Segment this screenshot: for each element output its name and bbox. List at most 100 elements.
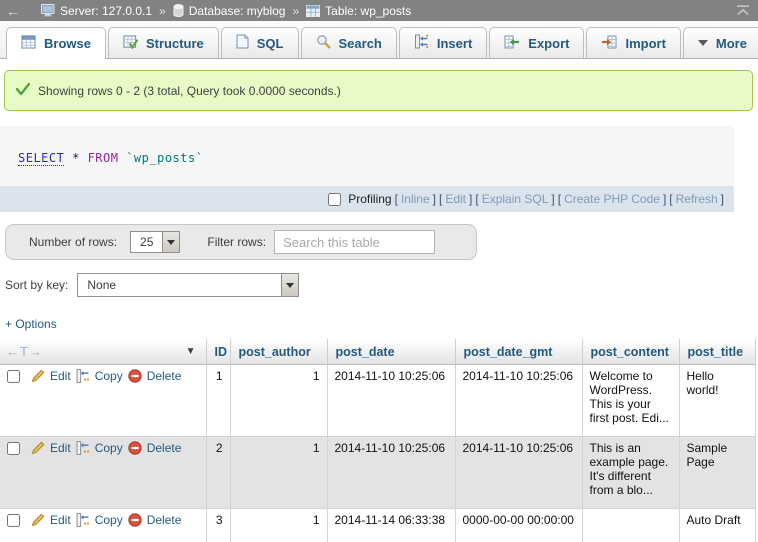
copy-link[interactable]: Copy xyxy=(95,441,123,455)
delete-link[interactable]: Delete xyxy=(147,369,182,383)
select-dropdown-button[interactable] xyxy=(162,232,179,252)
tab-label: Structure xyxy=(146,36,204,51)
filter-rows-label: Filter rows: xyxy=(207,235,266,249)
bracket: ] xyxy=(551,192,554,206)
filter-rows-input[interactable] xyxy=(274,230,435,254)
tab-label: More xyxy=(716,36,747,51)
tab-label: Import xyxy=(625,36,665,51)
sql-keyword-from: FROM xyxy=(88,151,119,165)
sql-star: * xyxy=(72,151,80,165)
inline-link[interactable]: Inline xyxy=(401,192,430,206)
select-dropdown-button[interactable] xyxy=(281,274,298,296)
chevron-down-icon xyxy=(286,283,294,288)
delete-icon[interactable] xyxy=(128,441,142,455)
tab-search[interactable]: Search xyxy=(301,27,397,58)
row-checkbox[interactable] xyxy=(7,514,20,527)
structure-icon xyxy=(123,35,138,52)
breadcrumb-database[interactable]: Database: myblog xyxy=(189,4,286,18)
bracket: ] xyxy=(433,192,436,206)
row-checkbox[interactable] xyxy=(7,442,20,455)
bracket: ] xyxy=(663,192,666,206)
bracket: [ xyxy=(475,192,478,206)
breadcrumb-server[interactable]: Server: 127.0.0.1 xyxy=(60,4,152,18)
sort-options-icon[interactable]: ▼ xyxy=(186,346,196,357)
cell-post-content xyxy=(582,509,679,542)
query-actions-bar: Profiling [ Inline ] [ Edit ] [ Explain … xyxy=(0,186,734,212)
tab-sql[interactable]: SQL xyxy=(221,27,299,58)
tab-structure[interactable]: Structure xyxy=(108,27,219,58)
breadcrumb-separator: » xyxy=(292,4,299,18)
edit-query-link[interactable]: Edit xyxy=(445,192,466,206)
cell-post-content: Welcome to WordPress. This is your first… xyxy=(582,365,679,437)
cell-post-date-gmt: 2014-11-10 10:25:06 xyxy=(455,437,582,509)
bracket: ] xyxy=(721,192,724,206)
copy-link[interactable]: Copy xyxy=(95,369,123,383)
sql-icon xyxy=(236,34,249,52)
server-icon xyxy=(41,4,55,17)
search-icon xyxy=(316,34,331,52)
chevron-down-icon xyxy=(167,240,175,245)
column-header-post-content[interactable]: post_content xyxy=(582,339,679,365)
copy-icon[interactable] xyxy=(76,369,90,383)
table-row: Edit Copy Delete 2 1 2014-11-10 10:25:06… xyxy=(0,437,755,509)
copy-link[interactable]: Copy xyxy=(95,513,123,527)
create-php-code-link[interactable]: Create PHP Code xyxy=(564,192,660,206)
table-icon xyxy=(306,5,320,17)
bracket: [ xyxy=(558,192,561,206)
column-header-post-author[interactable]: post_author xyxy=(230,339,327,365)
bracket: ] xyxy=(469,192,472,206)
sort-by-key-value: None xyxy=(78,274,281,296)
breadcrumb-table[interactable]: Table: wp_posts xyxy=(325,4,411,18)
table-header-row: ←T→ ▼ ID post_author post_date post_date… xyxy=(0,339,755,365)
delete-icon[interactable] xyxy=(128,513,142,527)
delete-link[interactable]: Delete xyxy=(147,513,182,527)
transpose-icon[interactable]: ←T→ xyxy=(6,344,43,359)
browse-icon xyxy=(21,35,36,52)
edit-pencil-icon[interactable] xyxy=(31,369,45,383)
tab-export[interactable]: Export xyxy=(489,27,584,58)
edit-link[interactable]: Edit xyxy=(50,513,71,527)
column-header-post-date-gmt[interactable]: post_date_gmt xyxy=(455,339,582,365)
sort-by-key-select[interactable]: None xyxy=(77,273,299,297)
sql-keyword-select[interactable]: SELECT xyxy=(18,151,64,166)
cell-post-author: 1 xyxy=(230,509,327,542)
actions-header: ←T→ ▼ xyxy=(0,339,206,365)
cell-post-date-gmt: 2014-11-10 10:25:06 xyxy=(455,365,582,437)
column-header-id[interactable]: ID xyxy=(206,339,230,365)
options-toggle-link[interactable]: + Options xyxy=(5,317,57,331)
status-message-text: Showing rows 0 - 2 (3 total, Query took … xyxy=(38,84,341,98)
cell-post-content: This is an example page. It's different … xyxy=(582,437,679,509)
profiling-checkbox[interactable] xyxy=(328,193,341,206)
rows-controls-bar: Number of rows: 25 Filter rows: xyxy=(5,224,477,260)
bracket: [ xyxy=(395,192,398,206)
export-icon xyxy=(504,35,520,52)
tab-insert[interactable]: Insert xyxy=(399,27,487,58)
edit-link[interactable]: Edit xyxy=(50,369,71,383)
cell-post-title: Sample Page xyxy=(679,437,755,509)
tab-import[interactable]: Import xyxy=(586,27,680,58)
copy-icon[interactable] xyxy=(76,513,90,527)
cell-post-date: 2014-11-10 10:25:06 xyxy=(327,365,455,437)
edit-link[interactable]: Edit xyxy=(50,441,71,455)
explain-sql-link[interactable]: Explain SQL xyxy=(482,192,549,206)
delete-icon[interactable] xyxy=(128,369,142,383)
table-row: Edit Copy Delete 1 1 2014-11-10 10:25:06… xyxy=(0,365,755,437)
column-header-post-date[interactable]: post_date xyxy=(327,339,455,365)
bracket: [ xyxy=(439,192,442,206)
column-header-post-title[interactable]: post_title xyxy=(679,339,755,365)
delete-link[interactable]: Delete xyxy=(147,441,182,455)
tab-browse[interactable]: Browse xyxy=(6,27,106,59)
results-table: ←T→ ▼ ID post_author post_date post_date… xyxy=(0,339,756,542)
row-checkbox[interactable] xyxy=(7,370,20,383)
edit-pencil-icon[interactable] xyxy=(31,441,45,455)
copy-icon[interactable] xyxy=(76,441,90,455)
number-of-rows-select[interactable]: 25 xyxy=(130,231,180,253)
tab-more[interactable]: More xyxy=(683,27,758,58)
edit-pencil-icon[interactable] xyxy=(31,513,45,527)
collapse-panel-icon[interactable] xyxy=(736,5,750,16)
refresh-link[interactable]: Refresh xyxy=(676,192,718,206)
success-check-icon xyxy=(16,83,30,98)
tab-label: SQL xyxy=(257,36,284,51)
back-arrow-icon[interactable]: ← xyxy=(6,4,20,18)
cell-id: 1 xyxy=(206,365,230,437)
